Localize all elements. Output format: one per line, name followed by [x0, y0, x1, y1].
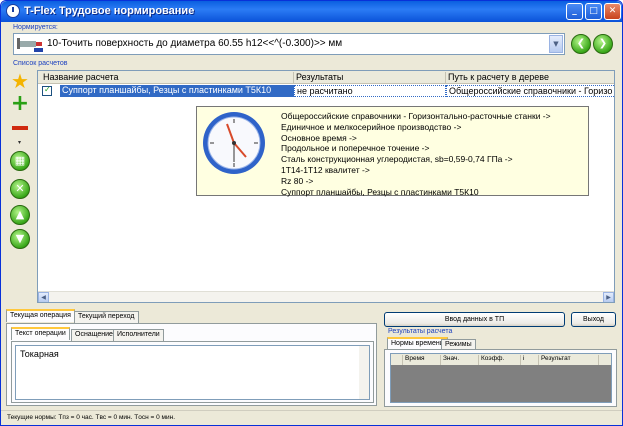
chevron-down-icon[interactable]: ▼	[549, 35, 563, 53]
operation-icon	[17, 38, 43, 52]
operation-textarea[interactable]: Токарная	[15, 345, 370, 400]
horizontal-scrollbar[interactable]: ◀ ▶	[38, 291, 614, 302]
main-window: T-Flex Трудовое нормирование _ □ ✕ Норми…	[0, 0, 623, 426]
tooltip-line: 1Т14-1Т12 квалитет ->	[281, 164, 370, 175]
scroll-right-icon[interactable]: ▶	[603, 292, 614, 302]
tab-equipment[interactable]: Оснащение	[71, 329, 117, 341]
table-row[interactable]: Суппорт планшайбы, Резцы с пластинками Т…	[38, 85, 614, 97]
row-checkbox[interactable]	[42, 85, 52, 96]
results-group: Нормы времени Режимы Время Знач. Коэфф. …	[384, 328, 617, 407]
normed-label: Нормируется:	[13, 24, 58, 31]
move-down-icon[interactable]: ▼	[10, 229, 30, 249]
operation-text: Токарная	[20, 349, 59, 359]
tooltip-line: Основное время ->	[281, 132, 357, 143]
next-operation-button[interactable]: ❯	[593, 34, 613, 54]
column-header[interactable]: Результат	[539, 355, 599, 365]
operation-text-panel: Токарная	[11, 341, 374, 403]
operation-tabs: Текущая операция Текущий переход Текст о…	[6, 309, 377, 406]
window-title: T-Flex Трудовое нормирование	[24, 5, 195, 17]
close-button[interactable]: ✕	[604, 3, 621, 20]
exit-button[interactable]: Выход	[571, 312, 616, 327]
column-header[interactable]: Коэфф.	[479, 355, 521, 365]
title-bar[interactable]: T-Flex Трудовое нормирование _ □ ✕	[1, 1, 622, 22]
column-header[interactable]: Название расчета	[38, 72, 294, 84]
status-bar: Текущие нормы: Tпз = 0 час. Tвс = 0 мин.…	[1, 410, 622, 425]
tab-current-transition[interactable]: Текущий переход	[74, 311, 139, 323]
column-header-blank	[391, 355, 403, 365]
table-header: Название расчета Результаты Путь к расче…	[38, 71, 614, 84]
tab-current-operation[interactable]: Текущая операция	[6, 309, 75, 322]
prev-operation-button[interactable]: ❮	[571, 34, 591, 54]
minimize-button[interactable]: _	[566, 3, 583, 20]
clock-icon	[203, 112, 265, 174]
operation-combobox[interactable]: 10-Точить поверхность до диаметра 60.55 …	[13, 33, 565, 55]
tooltip-line: Продольное и поперечное точение ->	[281, 143, 430, 154]
calculator-icon[interactable]: ▦	[10, 151, 30, 171]
move-up-icon[interactable]: ▲	[10, 205, 30, 225]
tab-performers[interactable]: Исполнители	[113, 329, 164, 341]
maximize-button[interactable]: □	[585, 3, 602, 20]
tooltip-line: Общероссийские справочники - Горизонталь…	[281, 111, 551, 121]
calc-list-label: Список расчетов	[13, 60, 68, 67]
calc-result-cell: не расчитано	[294, 85, 446, 97]
tooltip-text: Общероссийские справочники - Горизонталь…	[281, 111, 551, 197]
current-norms-status: Текущие нормы: Tпз = 0 час. Tвс = 0 мин.…	[7, 414, 176, 421]
column-header[interactable]: Знач.	[441, 355, 479, 365]
column-header[interactable]: Время	[403, 355, 441, 365]
tooltip-line: Rz 80 ->	[281, 175, 314, 186]
tooltip-line: Сталь конструкционная углеродистая, sb=0…	[281, 154, 513, 165]
calc-name-cell: Суппорт планшайбы, Резцы с пластинками Т…	[60, 85, 294, 97]
table-header: Время Знач. Коэфф. i Результат	[391, 354, 611, 365]
column-header[interactable]: Путь к расчету в дереве	[446, 72, 614, 84]
star-icon[interactable]: ★	[10, 71, 30, 91]
tooltip-line: Суппорт планшайбы, Резцы с пластинками Т…	[281, 186, 479, 197]
add-icon[interactable]: +	[10, 93, 30, 115]
operation-value: 10-Точить поверхность до диаметра 60.55 …	[47, 38, 343, 49]
calc-path-cell: Общероссийские справочники - Горизо	[446, 85, 614, 97]
column-header[interactable]: Результаты	[294, 72, 446, 84]
scroll-left-icon[interactable]: ◀	[38, 292, 49, 302]
enter-tp-button[interactable]: Ввод данных в ТП	[384, 312, 565, 327]
tab-operation-text[interactable]: Текст операции	[11, 327, 70, 340]
remove-icon[interactable]	[10, 118, 30, 138]
column-header[interactable]: i	[521, 355, 539, 365]
tools-icon[interactable]: ✕	[10, 179, 30, 199]
path-tooltip: Общероссийские справочники - Горизонталь…	[196, 106, 589, 197]
operation-tab-panel: Текст операции Оснащение Исполнители Ток…	[6, 323, 377, 406]
vertical-scrollbar[interactable]	[359, 346, 369, 399]
tooltip-line: Единичное и мелкосерийное производство -…	[281, 121, 462, 132]
dropdown-dot-icon[interactable]: ▾	[18, 139, 22, 146]
results-table[interactable]: Время Знач. Коэфф. i Результат	[390, 353, 612, 403]
app-icon	[6, 4, 20, 18]
